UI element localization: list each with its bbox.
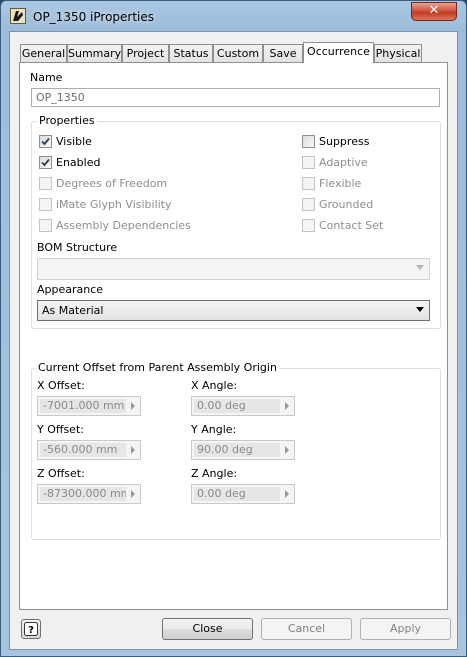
tab-save[interactable]: Save (263, 44, 303, 62)
tab-physical[interactable]: Physical (374, 44, 422, 62)
help-question-icon: ? (24, 622, 38, 636)
suppress-label: Suppress (319, 135, 370, 148)
window-close-button[interactable]: ✕ (411, 2, 457, 21)
cancel-button[interactable]: Cancel (261, 618, 352, 640)
apply-button[interactable]: Apply (360, 618, 451, 640)
checkmark-icon (41, 158, 50, 167)
title-bar[interactable]: OP_1350 iProperties ✕ (1, 1, 466, 35)
help-button[interactable]: ? (21, 619, 41, 639)
x-angle-label: X Angle: (191, 379, 238, 392)
inventor-app-icon (10, 8, 26, 24)
x-offset-value: -7001.000 mm (40, 399, 126, 413)
offset-group-title: Current Offset from Parent Assembly Orig… (36, 361, 279, 374)
iproperties-window: OP_1350 iProperties ✕ General Summary Pr… (0, 0, 467, 657)
z-offset-value: -87300.000 mm (40, 487, 126, 501)
z-angle-value: 0.00 deg (194, 487, 280, 501)
y-offset-value: -560.000 mm (40, 443, 126, 457)
offset-group: Current Offset from Parent Assembly Orig… (31, 361, 441, 540)
svg-text:?: ? (28, 625, 34, 636)
enabled-label: Enabled (56, 156, 101, 169)
tab-summary[interactable]: Summary (67, 44, 122, 62)
y-angle-spinner[interactable]: 90.00 deg (191, 440, 295, 460)
contact-set-label: Contact Set (319, 219, 384, 232)
grounded-label: Grounded (319, 198, 374, 211)
occurrence-panel: Name Properties Visible Enabled (19, 62, 448, 610)
flexible-label: Flexible (319, 177, 362, 190)
x-angle-spinner[interactable]: 0.00 deg (191, 396, 295, 416)
tab-occurrence[interactable]: Occurrence (303, 42, 374, 63)
chevron-right-icon[interactable] (127, 398, 139, 414)
properties-group: Properties Visible Enabled Degrees of Fr… (31, 114, 441, 329)
degrees-of-freedom-label: Degrees of Freedom (56, 177, 168, 190)
name-label: Name (30, 71, 63, 84)
properties-group-title: Properties (37, 114, 97, 127)
chevron-down-icon (416, 307, 424, 312)
chevron-right-icon[interactable] (281, 398, 293, 414)
tab-status[interactable]: Status (169, 44, 213, 62)
checkmark-icon (41, 137, 50, 146)
tab-project[interactable]: Project (122, 44, 169, 62)
tab-custom[interactable]: Custom (213, 44, 263, 62)
chevron-right-icon[interactable] (127, 442, 139, 458)
x-offset-spinner[interactable]: -7001.000 mm (37, 396, 141, 416)
chevron-right-icon[interactable] (281, 442, 293, 458)
imate-glyph-visibility-label: iMate Glyph Visibility (56, 198, 172, 211)
adaptive-label: Adaptive (319, 156, 368, 169)
chevron-down-icon (416, 265, 424, 270)
z-offset-spinner[interactable]: -87300.000 mm (37, 484, 141, 504)
assembly-dependencies-label: Assembly Dependencies (56, 219, 191, 232)
visible-check-box (39, 135, 52, 148)
appearance-label: Appearance (37, 283, 104, 296)
y-offset-label: Y Offset: (37, 423, 84, 436)
enabled-check-box (39, 156, 52, 169)
name-field[interactable] (31, 88, 440, 107)
close-button[interactable]: Close (162, 618, 253, 640)
z-angle-spinner[interactable]: 0.00 deg (191, 484, 295, 504)
appearance-dropdown[interactable]: As Material (37, 300, 430, 321)
chevron-right-icon[interactable] (281, 486, 293, 502)
tab-general[interactable]: General (20, 44, 67, 62)
y-angle-value: 90.00 deg (194, 443, 280, 457)
dialog-client: General Summary Project Status Custom Sa… (9, 31, 458, 650)
y-offset-spinner[interactable]: -560.000 mm (37, 440, 141, 460)
chevron-right-icon[interactable] (127, 486, 139, 502)
bom-structure-label: BOM Structure (37, 241, 118, 254)
window-title: OP_1350 iProperties (33, 10, 155, 24)
bom-structure-dropdown[interactable] (37, 258, 430, 280)
appearance-value: As Material (42, 304, 104, 317)
x-offset-label: X Offset: (37, 379, 85, 392)
visible-label: Visible (56, 135, 92, 148)
x-angle-value: 0.00 deg (194, 399, 280, 413)
y-angle-label: Y Angle: (191, 423, 237, 436)
z-offset-label: Z Offset: (37, 467, 85, 480)
z-angle-label: Z Angle: (191, 467, 238, 480)
